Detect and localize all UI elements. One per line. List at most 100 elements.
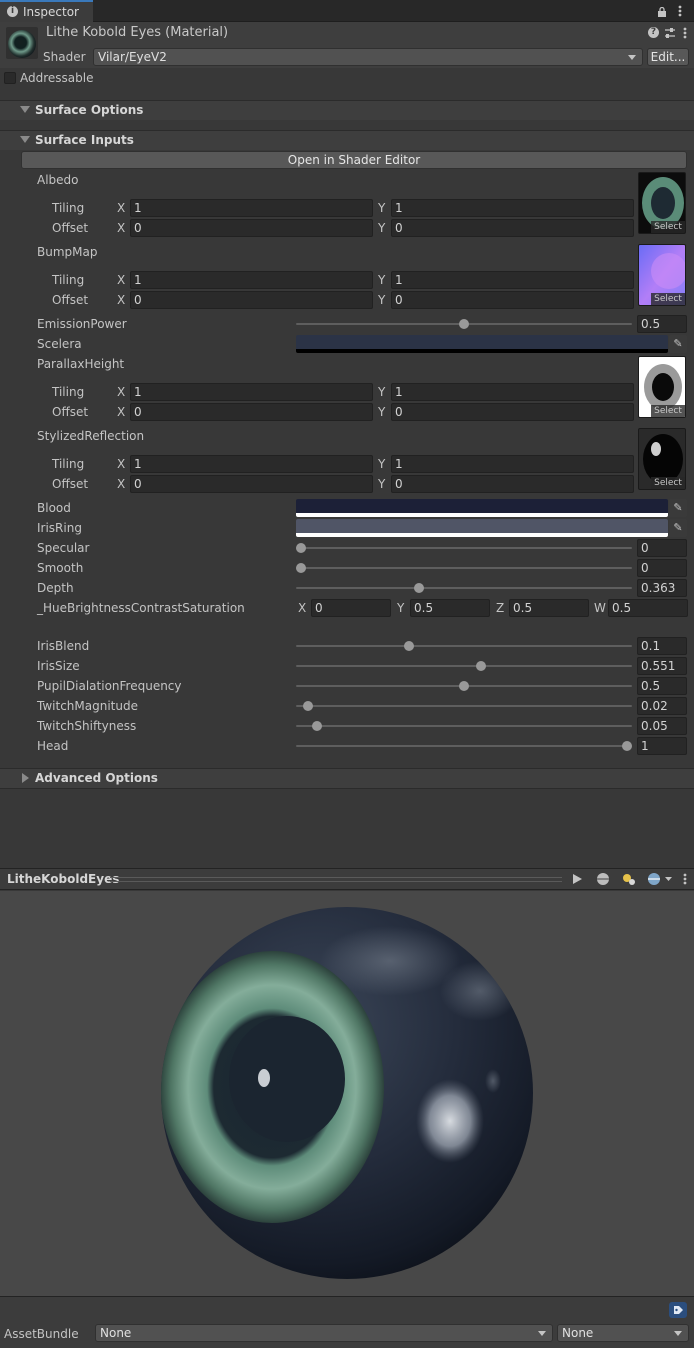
scelera-color-field[interactable] bbox=[296, 335, 668, 353]
tiling-y-label: Y bbox=[378, 201, 386, 215]
texture-slot[interactable]: Select bbox=[638, 428, 686, 490]
tiling-y-field[interactable]: 1 bbox=[391, 383, 634, 401]
lights-icon[interactable] bbox=[620, 871, 638, 887]
offset-y-field[interactable]: 0 bbox=[391, 219, 634, 237]
texture-label: StylizedReflection bbox=[37, 429, 145, 443]
texture-select-button[interactable]: Select bbox=[651, 477, 685, 489]
scelera-label: Scelera bbox=[37, 337, 82, 351]
slider-thumb[interactable] bbox=[296, 543, 306, 553]
chevron-down-icon bbox=[538, 1331, 546, 1336]
tiling-y-field[interactable]: 1 bbox=[391, 271, 634, 289]
texture-slot[interactable]: Select bbox=[638, 356, 686, 418]
preview-mode-icon[interactable] bbox=[646, 871, 674, 887]
slider-label: Smooth bbox=[37, 561, 84, 575]
slider-value[interactable]: 0 bbox=[637, 559, 687, 577]
slider-value[interactable]: 0.363 bbox=[637, 579, 687, 597]
preview-more-icon[interactable] bbox=[683, 872, 687, 886]
offset-y-field[interactable]: 0 bbox=[391, 475, 634, 493]
tiling-y-label: Y bbox=[378, 457, 386, 471]
offset-x-field[interactable]: 0 bbox=[130, 291, 373, 309]
slider-value[interactable]: 0 bbox=[637, 539, 687, 557]
edit-shader-button[interactable]: Edit... bbox=[647, 48, 689, 66]
shader-value: Vilar/EyeV2 bbox=[98, 50, 167, 64]
slider-thumb[interactable] bbox=[414, 583, 425, 593]
open-shader-editor-button[interactable]: Open in Shader Editor bbox=[21, 151, 687, 169]
offset-y-field[interactable]: 0 bbox=[391, 403, 634, 421]
slider-thumb[interactable] bbox=[302, 701, 313, 711]
tag-icon[interactable] bbox=[669, 1302, 687, 1318]
tiling-x-label: X bbox=[117, 201, 126, 215]
texture-select-button[interactable]: Select bbox=[651, 405, 685, 417]
texture-select-button[interactable]: Select bbox=[651, 221, 685, 233]
slider-thumb[interactable] bbox=[312, 721, 323, 731]
offset-x-field[interactable]: 0 bbox=[130, 219, 373, 237]
slider-thumb[interactable] bbox=[459, 681, 469, 691]
slider-thumb[interactable] bbox=[403, 641, 414, 651]
emission-slider-thumb[interactable] bbox=[459, 319, 469, 329]
texture-slot[interactable]: Select bbox=[638, 244, 686, 306]
more-options-icon[interactable] bbox=[678, 4, 682, 18]
texture-slot[interactable]: Select bbox=[638, 172, 686, 234]
slider-track[interactable] bbox=[296, 587, 632, 589]
slider-track[interactable] bbox=[296, 745, 632, 747]
eyedropper-icon[interactable]: ✎ bbox=[669, 499, 687, 517]
iris-ring-color-field[interactable] bbox=[296, 519, 668, 537]
eyedropper-icon[interactable]: ✎ bbox=[669, 335, 687, 353]
hbcs-y-field[interactable]: 0.5 bbox=[410, 599, 490, 617]
slider-track[interactable] bbox=[296, 645, 632, 647]
slider-track[interactable] bbox=[296, 567, 632, 569]
shader-dropdown[interactable]: Vilar/EyeV2 bbox=[93, 48, 643, 66]
offset-label: Offset bbox=[52, 477, 89, 491]
tab-inspector[interactable]: i Inspector bbox=[0, 0, 93, 22]
offset-x-field[interactable]: 0 bbox=[130, 403, 373, 421]
iris-ring-label: IrisRing bbox=[37, 521, 82, 535]
slider-track[interactable] bbox=[296, 665, 632, 667]
preset-icon[interactable] bbox=[664, 27, 676, 39]
slider-track[interactable] bbox=[296, 725, 632, 727]
preview-area[interactable] bbox=[0, 891, 694, 1296]
tiling-x-field[interactable]: 1 bbox=[130, 271, 373, 289]
section-footer bbox=[0, 788, 694, 789]
hbcs-z-field[interactable]: 0.5 bbox=[509, 599, 589, 617]
slider-value[interactable]: 0.5 bbox=[637, 677, 687, 695]
hbcs-x-field[interactable]: 0 bbox=[311, 599, 391, 617]
asset-bundle-variant-dropdown[interactable]: None bbox=[557, 1324, 689, 1342]
play-icon[interactable] bbox=[568, 871, 586, 887]
tiling-y-field[interactable]: 1 bbox=[391, 455, 634, 473]
slider-label: TwitchShiftyness bbox=[37, 719, 137, 733]
offset-y-label: Y bbox=[378, 221, 386, 235]
slider-track[interactable] bbox=[296, 705, 632, 707]
offset-y-field[interactable]: 0 bbox=[391, 291, 634, 309]
help-icon[interactable]: ? bbox=[648, 27, 659, 38]
slider-value[interactable]: 0.02 bbox=[637, 697, 687, 715]
tiling-x-field[interactable]: 1 bbox=[130, 455, 373, 473]
tiling-x-field[interactable]: 1 bbox=[130, 383, 373, 401]
slider-thumb[interactable] bbox=[296, 563, 306, 573]
tiling-x-field[interactable]: 1 bbox=[130, 199, 373, 217]
slider-value[interactable]: 1 bbox=[637, 737, 687, 755]
header-more-icon[interactable] bbox=[683, 26, 687, 40]
slider-value[interactable]: 0.05 bbox=[637, 717, 687, 735]
eyedropper-icon[interactable]: ✎ bbox=[669, 519, 687, 537]
mesh-sphere-icon[interactable] bbox=[594, 871, 612, 887]
lock-icon[interactable] bbox=[658, 6, 666, 17]
offset-x-field[interactable]: 0 bbox=[130, 475, 373, 493]
hbcs-w-field[interactable]: 0.5 bbox=[608, 599, 688, 617]
slider-label: Depth bbox=[37, 581, 74, 595]
slider-value[interactable]: 0.551 bbox=[637, 657, 687, 675]
hbcs-x-label: X bbox=[298, 601, 307, 615]
asset-bundle-name-dropdown[interactable]: None bbox=[95, 1324, 553, 1342]
tiling-y-field[interactable]: 1 bbox=[391, 199, 634, 217]
slider-track[interactable] bbox=[296, 547, 632, 549]
texture-select-button[interactable]: Select bbox=[651, 293, 685, 305]
emission-value[interactable]: 0.5 bbox=[637, 315, 687, 333]
preview-drag-handle[interactable] bbox=[110, 877, 562, 882]
advanced-options-title: Advanced Options bbox=[35, 771, 158, 785]
slider-thumb[interactable] bbox=[622, 741, 632, 751]
slider-thumb[interactable] bbox=[475, 661, 486, 671]
slider-value[interactable]: 0.1 bbox=[637, 637, 687, 655]
addressable-checkbox[interactable] bbox=[4, 72, 16, 84]
foldout-open-icon bbox=[20, 106, 30, 113]
blood-color-field[interactable] bbox=[296, 499, 668, 517]
shader-label: Shader bbox=[43, 50, 86, 64]
